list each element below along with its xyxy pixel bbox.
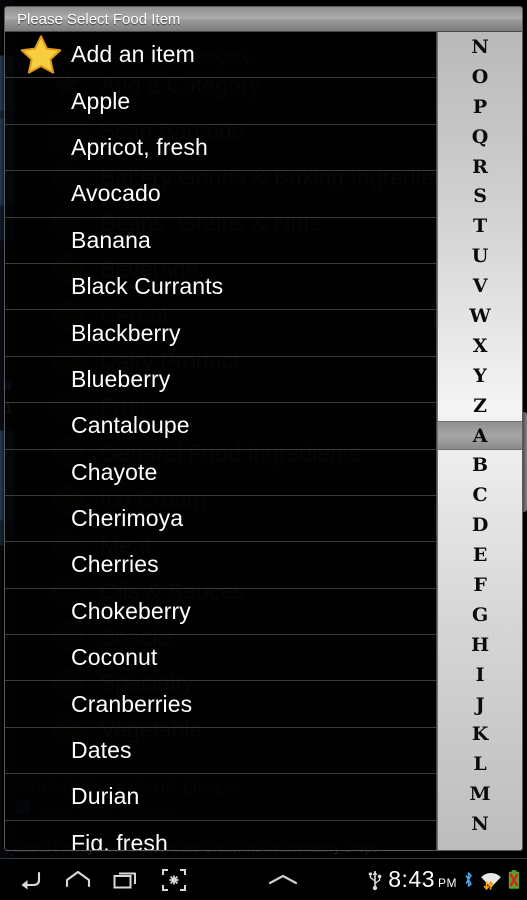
list-item-apple[interactable]: Apple bbox=[5, 78, 436, 124]
list-item-chayote[interactable]: Chayote bbox=[5, 450, 436, 496]
alpha-index-letter-a-active[interactable]: A bbox=[438, 421, 522, 451]
alpha-index-letter-n2[interactable]: N bbox=[438, 809, 522, 839]
status-icons: 8:43 PM bbox=[367, 866, 521, 893]
screenshot-button[interactable] bbox=[150, 859, 198, 900]
alpha-index-letter-y[interactable]: Y bbox=[438, 361, 522, 391]
alpha-index-letter-i[interactable]: I bbox=[438, 660, 522, 690]
alpha-index-letter-c[interactable]: C bbox=[438, 480, 522, 510]
alpha-index-letter-r[interactable]: R bbox=[438, 152, 522, 182]
list-item-label: Black Currants bbox=[71, 273, 223, 300]
dialog-title-bar: Please Select Food Item bbox=[5, 7, 522, 32]
list-item-cherimoya[interactable]: Cherimoya bbox=[5, 496, 436, 542]
alpha-index-letter-l[interactable]: L bbox=[438, 749, 522, 779]
alpha-index-letter-k[interactable]: K bbox=[438, 719, 522, 749]
star-icon bbox=[19, 33, 63, 77]
alpha-index-letter-e[interactable]: E bbox=[438, 540, 522, 570]
list-item-label: Dates bbox=[71, 737, 132, 764]
dialog-title-text: Please Select Food Item bbox=[17, 11, 180, 28]
clock: 8:43 PM bbox=[388, 866, 457, 893]
alpha-index-letter-j[interactable]: J bbox=[438, 690, 522, 720]
clock-time: 8:43 bbox=[388, 866, 435, 893]
dialog-body: Add an item Apple Apricot, fresh Avocado… bbox=[5, 32, 522, 850]
list-item-label: Durian bbox=[71, 783, 139, 810]
android-screen: # 1 Please Select Food Category ★ Add a … bbox=[0, 0, 527, 900]
list-item-apricot-fresh[interactable]: Apricot, fresh bbox=[5, 125, 436, 171]
list-item-label: Fig, fresh bbox=[71, 830, 168, 850]
home-button[interactable] bbox=[54, 859, 102, 900]
back-icon bbox=[17, 869, 43, 891]
list-item-label: Cantaloupe bbox=[71, 412, 190, 439]
alpha-index-letter-s[interactable]: S bbox=[438, 181, 522, 211]
alpha-index-letter-f[interactable]: F bbox=[438, 570, 522, 600]
list-item-blackberry[interactable]: Blackberry bbox=[5, 310, 436, 356]
list-item-label: Chayote bbox=[71, 459, 157, 486]
alpha-index-letter-q[interactable]: Q bbox=[438, 122, 522, 152]
alpha-index-letter-v[interactable]: V bbox=[438, 271, 522, 301]
list-item-durian[interactable]: Durian bbox=[5, 774, 436, 820]
list-item-dates[interactable]: Dates bbox=[5, 728, 436, 774]
list-item-label: Cherimoya bbox=[71, 505, 183, 532]
alpha-index-letter-g[interactable]: G bbox=[438, 600, 522, 630]
screenshot-icon bbox=[161, 868, 187, 892]
home-icon bbox=[64, 869, 92, 891]
list-item-label: Avocado bbox=[71, 180, 161, 207]
list-item-label: Blackberry bbox=[71, 320, 181, 347]
list-item-chokeberry[interactable]: Chokeberry bbox=[5, 589, 436, 635]
alpha-index-letter-h[interactable]: H bbox=[438, 630, 522, 660]
list-item-fig-fresh[interactable]: Fig, fresh bbox=[5, 821, 436, 850]
list-item-label: Coconut bbox=[71, 644, 157, 671]
recent-apps-button[interactable] bbox=[102, 859, 150, 900]
alpha-index-letter-p[interactable]: P bbox=[438, 92, 522, 122]
alpha-index-letter-n1[interactable]: N bbox=[438, 32, 522, 62]
list-item-blueberry[interactable]: Blueberry bbox=[5, 357, 436, 403]
list-item-cherries[interactable]: Cherries bbox=[5, 542, 436, 588]
list-item-banana[interactable]: Banana bbox=[5, 218, 436, 264]
android-navigation-bar: 8:43 PM bbox=[0, 858, 527, 900]
expand-statusbar-button[interactable] bbox=[259, 859, 307, 900]
select-food-item-dialog: Please Select Food Item Add an item Appl… bbox=[4, 6, 523, 851]
clock-ampm: PM bbox=[438, 876, 457, 890]
alpha-index-letter-u[interactable]: U bbox=[438, 241, 522, 271]
alpha-index-letter-o[interactable]: O bbox=[438, 62, 522, 92]
list-item-label: Cranberries bbox=[71, 691, 192, 718]
list-item-label: Add an item bbox=[71, 41, 195, 68]
alpha-index-letter-d[interactable]: D bbox=[438, 510, 522, 540]
bluetooth-icon bbox=[462, 869, 475, 891]
alpha-index-letter-m[interactable]: M bbox=[438, 779, 522, 809]
alpha-index-letter-t[interactable]: T bbox=[438, 211, 522, 241]
alpha-index-letter-x[interactable]: X bbox=[438, 331, 522, 361]
alpha-index-letter-b[interactable]: B bbox=[438, 450, 522, 480]
list-item-label: Blueberry bbox=[71, 366, 170, 393]
wifi-icon bbox=[480, 869, 502, 891]
list-item-add-an-item[interactable]: Add an item bbox=[5, 32, 436, 78]
list-item-black-currants[interactable]: Black Currants bbox=[5, 264, 436, 310]
back-button[interactable] bbox=[6, 859, 54, 900]
list-item-cantaloupe[interactable]: Cantaloupe bbox=[5, 403, 436, 449]
list-item-cranberries[interactable]: Cranberries bbox=[5, 681, 436, 727]
food-item-list[interactable]: Add an item Apple Apricot, fresh Avocado… bbox=[5, 32, 437, 850]
recents-icon bbox=[112, 869, 140, 891]
alpha-index-letter-w[interactable]: W bbox=[438, 301, 522, 331]
list-item-label: Cherries bbox=[71, 551, 159, 578]
list-item-label: Apricot, fresh bbox=[71, 134, 208, 161]
usb-icon bbox=[367, 869, 383, 891]
list-item-label: Apple bbox=[71, 88, 130, 115]
list-item-label: Chokeberry bbox=[71, 598, 191, 625]
chevron-up-icon bbox=[266, 872, 300, 888]
list-item-label: Banana bbox=[71, 227, 151, 254]
list-item-avocado[interactable]: Avocado bbox=[5, 171, 436, 217]
battery-icon bbox=[507, 869, 521, 891]
alpha-index-letter-z[interactable]: Z bbox=[438, 391, 522, 421]
alphabet-index-scrollbar[interactable]: N O P Q R S T U V W X Y Z A B C D E F G bbox=[437, 32, 522, 850]
list-item-coconut[interactable]: Coconut bbox=[5, 635, 436, 681]
